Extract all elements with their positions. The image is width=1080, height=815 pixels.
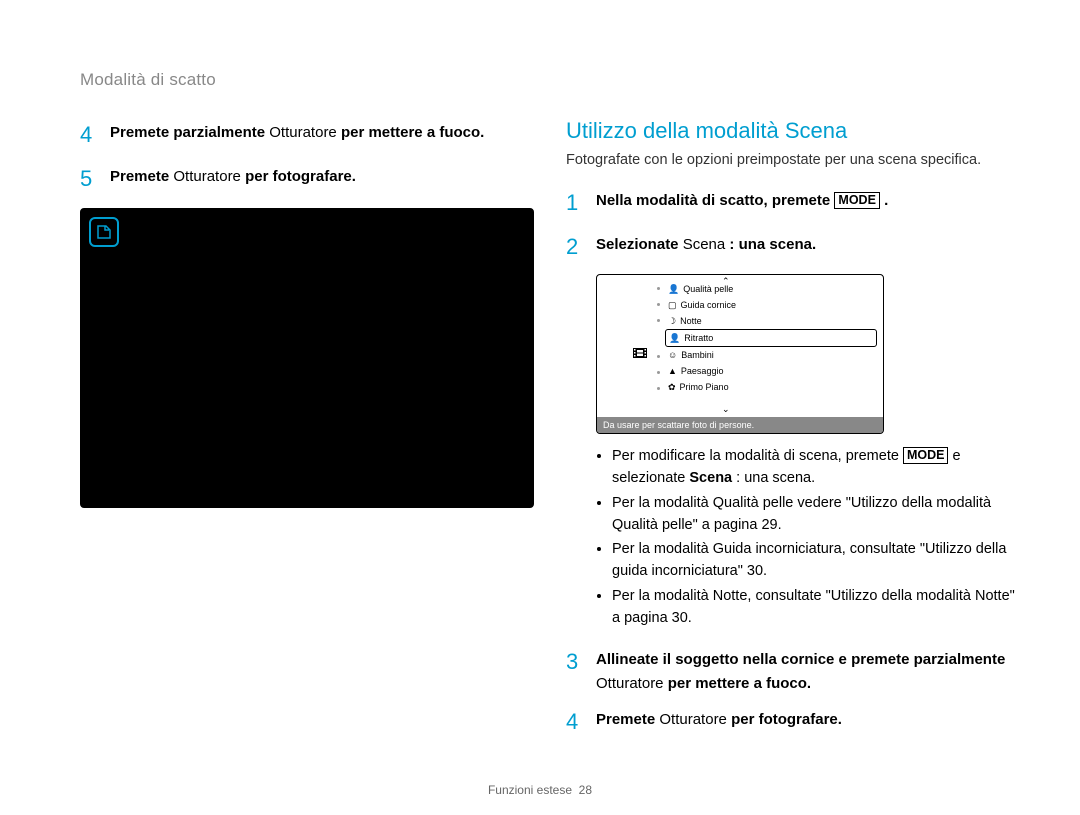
scene-item-qualita-pelle: 👤Qualità pelle <box>665 281 877 297</box>
step-4: 4 Premete parzialmente Otturatore per me… <box>80 118 534 152</box>
child-icon: ☺ <box>668 350 677 360</box>
step-1: 1 Nella modalità di scatto, premete MODE… <box>566 186 1020 220</box>
page-footer: Funzioni estese 28 <box>0 783 1080 797</box>
step-2: 2 Selezionate Scena : una scena. <box>566 230 1020 264</box>
notes-list: Per modificare la modalità di scena, pre… <box>596 446 1020 629</box>
moon-icon: ☽ <box>668 316 676 327</box>
right-column: Utilizzo della modalità Scena Fotografat… <box>566 118 1020 749</box>
step-5: 5 Premete Otturatore per fotografare. <box>80 162 534 196</box>
scene-item-guida-cornice: ▢Guida cornice <box>665 297 877 313</box>
flower-icon: ✿ <box>668 382 676 393</box>
step-number: 1 <box>566 186 596 220</box>
step-text: Allineate il soggetto nella cornice e pr… <box>596 645 1020 695</box>
section-subtext: Fotografate con le opzioni preimpostate … <box>566 150 1020 170</box>
note-item: Per modificare la modalità di scena, pre… <box>612 446 1020 490</box>
scene-menu-preview: ⌃ 👤Qualità pelle ▢Guida cornice ☽Notte 👤… <box>596 274 884 434</box>
scene-item-paesaggio: ▲Paesaggio <box>665 363 877 379</box>
step-4-right: 4 Premete Otturatore per fotografare. <box>566 705 1020 739</box>
scene-item-notte: ☽Notte <box>665 313 877 329</box>
note-item: Per la modalità Qualità pelle vedere "Ut… <box>612 493 1020 537</box>
step-3: 3 Allineate il soggetto nella cornice e … <box>566 645 1020 695</box>
step-number: 4 <box>80 118 110 152</box>
mountain-icon: ▲ <box>668 366 677 376</box>
scene-item-ritratto: 👤Ritratto <box>665 329 877 347</box>
step-number: 5 <box>80 162 110 196</box>
scroll-down-icon: ⌄ <box>722 404 730 415</box>
frame-icon: ▢ <box>668 300 677 311</box>
film-icon <box>633 347 647 362</box>
step-text: Premete parzialmente Otturatore per mett… <box>110 118 484 152</box>
scene-tip-bar: Da usare per scattare foto di persone. <box>597 417 883 433</box>
face-icon: 👤 <box>668 284 679 295</box>
camera-preview <box>80 208 534 508</box>
step-text: Premete Otturatore per fotografare. <box>110 162 356 196</box>
step-number: 4 <box>566 705 596 739</box>
step-number: 3 <box>566 645 596 695</box>
mode-button-icon: MODE <box>903 447 949 464</box>
step-text: Selezionate Scena : una scena. <box>596 230 816 264</box>
breadcrumb: Modalità di scatto <box>80 70 1020 90</box>
section-heading: Utilizzo della modalità Scena <box>566 118 1020 144</box>
step-text: Nella modalità di scatto, premete MODE . <box>596 186 888 220</box>
scene-list: 👤Qualità pelle ▢Guida cornice ☽Notte 👤Ri… <box>665 281 877 395</box>
scene-item-primo-piano: ✿Primo Piano <box>665 379 877 395</box>
portrait-icon: 👤 <box>669 333 680 344</box>
step-number: 2 <box>566 230 596 264</box>
left-column: 4 Premete parzialmente Otturatore per me… <box>80 118 534 749</box>
note-icon <box>89 217 119 247</box>
scene-item-bambini: ☺Bambini <box>665 347 877 363</box>
note-item: Per la modalità Guida incorniciatura, co… <box>612 539 1020 583</box>
note-item: Per la modalità Notte, consultate "Utili… <box>612 586 1020 630</box>
step-text: Premete Otturatore per fotografare. <box>596 705 842 739</box>
mode-button-icon: MODE <box>834 192 880 209</box>
